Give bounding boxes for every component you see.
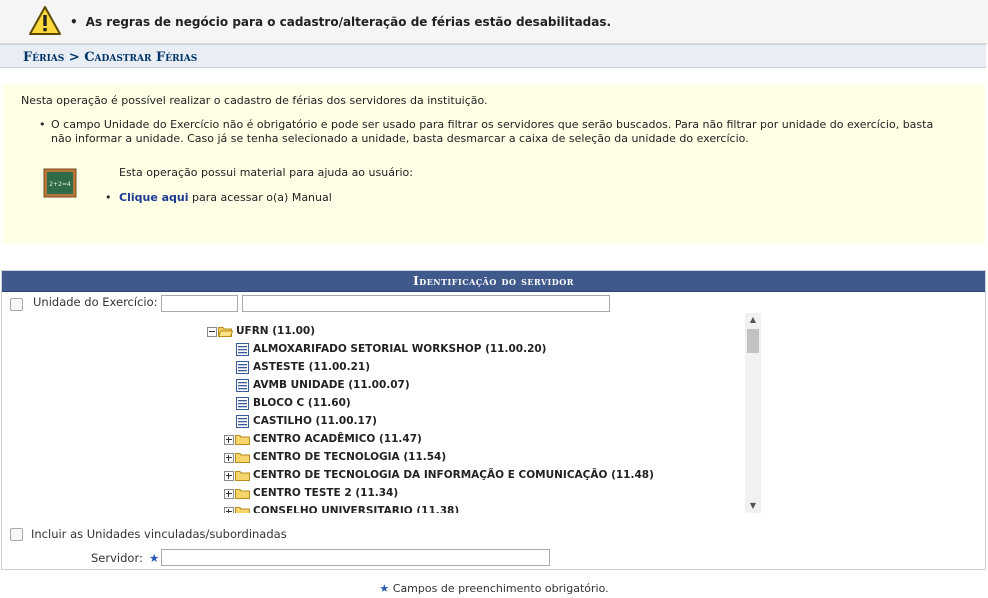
tree-node-label[interactable]: CASTILHO (11.00.17) <box>253 415 377 427</box>
unit-leaf-icon <box>236 343 249 356</box>
tree-node-label[interactable]: UFRN (11.00) <box>236 325 315 337</box>
folder-open-icon <box>218 327 233 337</box>
unit-leaf-icon <box>236 379 249 392</box>
form-header: Identificação do servidor <box>2 271 985 292</box>
unit-leaf-icon <box>236 397 249 410</box>
tree-node-label[interactable]: CENTRO DE TECNOLOGIA DA INFORMAÇÃO E COM… <box>253 469 654 481</box>
required-fields-note: ★ Campos de preenchimento obrigatório. <box>0 582 988 595</box>
unidade-checkbox[interactable] <box>10 298 23 311</box>
unidade-code-input[interactable] <box>161 295 238 312</box>
help-link-suffix: para acessar o(a) Manual <box>188 191 332 204</box>
expand-icon[interactable] <box>224 471 234 481</box>
expand-icon[interactable] <box>224 507 234 513</box>
scroll-down-arrow-icon[interactable]: ▼ <box>745 499 761 513</box>
folder-icon <box>235 507 250 513</box>
tree-node-label[interactable]: CENTRO ACADÊMICO (11.47) <box>253 433 422 445</box>
info-panel: Nesta operação é possível realizar o cad… <box>3 84 985 244</box>
folder-icon <box>235 471 250 481</box>
expand-icon[interactable] <box>224 489 234 499</box>
expand-icon[interactable] <box>224 435 234 445</box>
tree-node-label[interactable]: ALMOXARIFADO SETORIAL WORKSHOP (11.00.20… <box>253 343 546 355</box>
collapse-icon[interactable] <box>207 327 217 337</box>
tree-node-label[interactable]: ASTESTE (11.00.21) <box>253 361 370 373</box>
help-manual-link[interactable]: Clique aqui <box>119 191 189 204</box>
help-link-row: • Clique aqui para acessar o(a) Manual <box>105 191 332 204</box>
unit-leaf-icon <box>236 361 249 374</box>
tree-scrollbar[interactable]: ▲ ▼ <box>745 313 761 513</box>
help-title: Esta operação possui material para ajuda… <box>119 166 413 179</box>
tree-node-label[interactable]: CONSELHO UNIVERSITARIO (11.38) <box>253 505 459 513</box>
identificacao-form: Identificação do servidor Unidade do Exe… <box>1 270 986 570</box>
scroll-thumb[interactable] <box>747 329 759 353</box>
tree-node-label[interactable]: CENTRO TESTE 2 (11.34) <box>253 487 398 499</box>
scroll-up-arrow-icon[interactable]: ▲ <box>745 313 761 327</box>
warning-banner: As regras de negócio para o cadastro/alt… <box>0 0 988 44</box>
folder-icon <box>235 453 250 463</box>
breadcrumb: Férias > Cadastrar Férias <box>0 44 986 68</box>
warning-message: As regras de negócio para o cadastro/alt… <box>70 15 611 29</box>
page-title: Férias > Cadastrar Férias <box>23 50 198 65</box>
required-fields-text: Campos de preenchimento obrigatório. <box>392 582 609 595</box>
unit-leaf-icon <box>236 415 249 428</box>
servidor-input[interactable] <box>161 549 550 566</box>
required-star-icon: ★ <box>379 582 390 595</box>
expand-icon[interactable] <box>224 453 234 463</box>
warning-icon <box>29 6 61 35</box>
unidade-tree: UFRN (11.00) ALMOXARIFADO SETORIAL WORKS… <box>204 313 762 513</box>
unidade-name-input[interactable] <box>242 295 610 312</box>
info-bullet-text: O campo Unidade do Exercício não é obrig… <box>51 118 934 145</box>
svg-text:2+2=4: 2+2=4 <box>49 181 71 188</box>
form-header-title: Identificação do servidor <box>413 274 574 288</box>
incluir-subordinadas-checkbox[interactable] <box>10 528 23 541</box>
servidor-label: Servidor: <box>91 551 143 565</box>
required-star-icon: ★ <box>149 551 160 565</box>
chalkboard-icon: 2+2=4 <box>43 168 77 198</box>
tree-node-label[interactable]: AVMB UNIDADE (11.00.07) <box>253 379 410 391</box>
folder-icon <box>235 489 250 499</box>
tree-node-label[interactable]: CENTRO DE TECNOLOGIA (11.54) <box>253 451 446 463</box>
folder-icon <box>235 435 250 445</box>
info-bullet: • O campo Unidade do Exercício não é obr… <box>39 118 934 145</box>
info-description: Nesta operação é possível realizar o cad… <box>21 94 488 107</box>
incluir-subordinadas-label: Incluir as Unidades vinculadas/subordina… <box>31 527 287 541</box>
tree-node-label[interactable]: BLOCO C (11.60) <box>253 397 351 409</box>
unidade-label: Unidade do Exercício: <box>33 295 158 309</box>
